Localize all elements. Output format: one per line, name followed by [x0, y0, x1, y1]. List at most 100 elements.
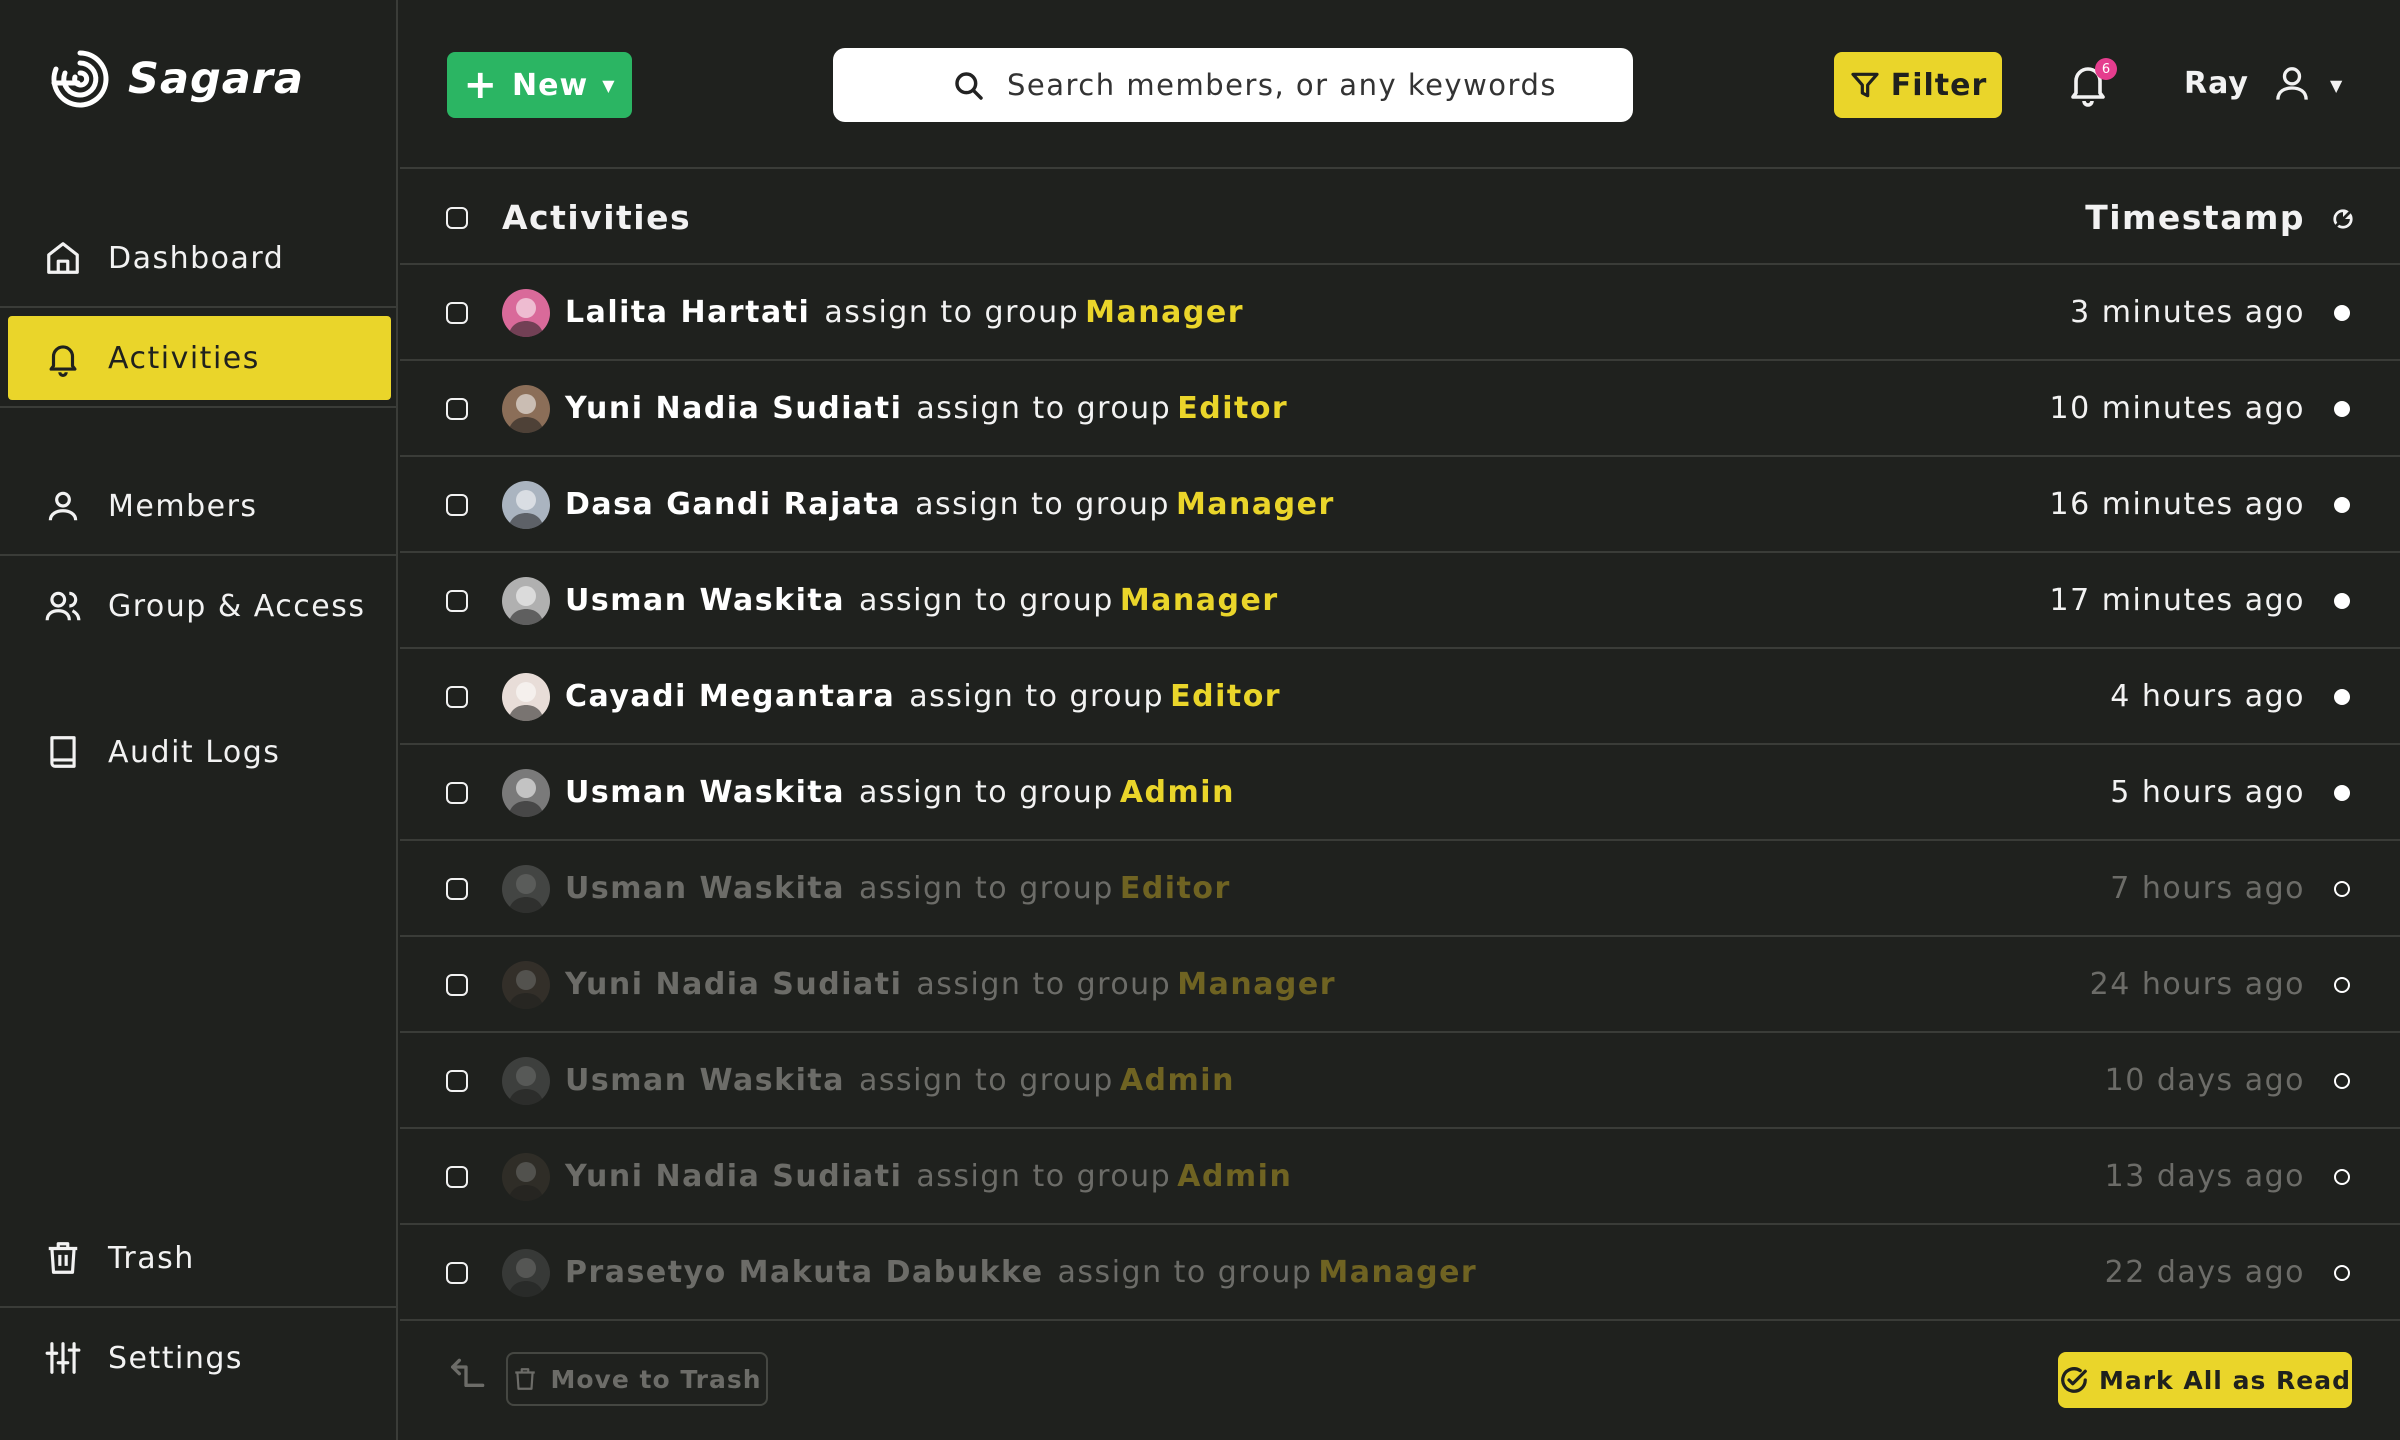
table-row[interactable]: Usman Waskita assign to group Admin 5 hours…: [400, 745, 2400, 841]
unread-status-icon[interactable]: [2334, 689, 2350, 705]
avatar: [502, 1057, 550, 1105]
search-bar[interactable]: [833, 48, 1633, 122]
new-button[interactable]: + New ▼: [447, 52, 632, 118]
table-row[interactable]: Usman Waskita assign to group Editor 7 hour…: [400, 841, 2400, 937]
activity-action: assign to group: [858, 871, 1114, 906]
user-avatar-icon[interactable]: [2272, 62, 2312, 104]
group-name[interactable]: Editor: [1170, 679, 1281, 714]
user-icon: [48, 491, 78, 521]
brand-logo[interactable]: Sagara: [48, 48, 304, 110]
sidebar-item-settings[interactable]: Settings: [0, 1314, 398, 1402]
activity-timestamp: 13 days ago: [2104, 1159, 2305, 1194]
group-name[interactable]: Admin: [1120, 1063, 1235, 1098]
group-name[interactable]: Editor: [1177, 391, 1288, 426]
user-name[interactable]: Ray: [2184, 66, 2249, 101]
activity-timestamp: 17 minutes ago: [2049, 583, 2305, 618]
read-status-icon[interactable]: [2334, 1073, 2350, 1089]
unread-status-icon[interactable]: [2334, 785, 2350, 801]
avatar: [502, 385, 550, 433]
member-name[interactable]: Dasa Gandi Rajata: [565, 487, 901, 522]
member-name[interactable]: Usman Waskita: [565, 775, 845, 810]
activity-action: assign to group: [916, 967, 1172, 1002]
avatar: [502, 865, 550, 913]
table-row[interactable]: Dasa Gandi Rajata assign to group Manager 1…: [400, 457, 2400, 553]
select-all-checkbox[interactable]: [446, 207, 468, 229]
table-row[interactable]: Prasetyo Makuta Dabukke assign to group Ma…: [400, 1225, 2400, 1321]
nav-divider: [0, 306, 398, 308]
group-name[interactable]: Manager: [1176, 487, 1335, 522]
read-status-icon[interactable]: [2334, 881, 2350, 897]
sidebar-item-trash[interactable]: Trash: [0, 1214, 398, 1302]
member-name[interactable]: Prasetyo Makuta Dabukke: [565, 1255, 1044, 1290]
move-to-trash-button[interactable]: Move to Trash: [506, 1352, 768, 1406]
activity-text: Usman Waskita assign to group Admin: [565, 1063, 1235, 1098]
back-arrow-icon[interactable]: [446, 1352, 486, 1392]
activity-action: assign to group: [916, 1159, 1172, 1194]
person-photo-icon: [508, 586, 544, 625]
row-checkbox[interactable]: [446, 1070, 468, 1092]
read-status-icon[interactable]: [2334, 1169, 2350, 1185]
sidebar-item-label: Activities: [108, 340, 260, 376]
row-checkbox[interactable]: [446, 590, 468, 612]
home-icon: [47, 242, 79, 274]
member-name[interactable]: Cayadi Megantara: [565, 679, 895, 714]
table-row[interactable]: Lalita Hartati assign to group Manager 3 mi…: [400, 265, 2400, 361]
sidebar-item-audit-logs[interactable]: Audit Logs: [0, 708, 398, 796]
read-status-icon[interactable]: [2334, 977, 2350, 993]
row-checkbox[interactable]: [446, 686, 468, 708]
row-checkbox[interactable]: [446, 302, 468, 324]
row-checkbox[interactable]: [446, 494, 468, 516]
group-name[interactable]: Manager: [1120, 583, 1279, 618]
group-name[interactable]: Admin: [1120, 775, 1235, 810]
mark-all-read-button[interactable]: Mark All as Read: [2058, 1352, 2352, 1408]
table-row[interactable]: Yuni Nadia Sudiati assign to group Admin 13…: [400, 1129, 2400, 1225]
avatar: [502, 769, 550, 817]
user-menu-caret-icon[interactable]: ▼: [2330, 76, 2342, 95]
row-checkbox[interactable]: [446, 1166, 468, 1188]
mark-read-toggle-icon[interactable]: [2332, 208, 2354, 230]
table-row[interactable]: Usman Waskita assign to group Admin 10 days…: [400, 1033, 2400, 1129]
search-icon: [955, 72, 983, 100]
group-name[interactable]: Admin: [1177, 1159, 1292, 1194]
member-name[interactable]: Usman Waskita: [565, 871, 845, 906]
person-photo-icon: [508, 682, 544, 721]
member-name[interactable]: Yuni Nadia Sudiati: [565, 391, 902, 426]
activity-text: Usman Waskita assign to group Editor: [565, 871, 1231, 906]
group-name[interactable]: Manager: [1318, 1255, 1477, 1290]
sidebar-item-members[interactable]: Members: [0, 462, 398, 550]
column-header-timestamp[interactable]: Timestamp: [2085, 198, 2305, 237]
group-name[interactable]: Manager: [1085, 295, 1244, 330]
read-status-icon[interactable]: [2334, 1265, 2350, 1281]
member-name[interactable]: Usman Waskita: [565, 1063, 845, 1098]
table-row[interactable]: Cayadi Megantara assign to group Editor 4 h…: [400, 649, 2400, 745]
activity-text: Usman Waskita assign to group Admin: [565, 775, 1235, 810]
group-name[interactable]: Editor: [1120, 871, 1231, 906]
sidebar-item-label: Settings: [108, 1340, 244, 1376]
unread-status-icon[interactable]: [2334, 305, 2350, 321]
unread-status-icon[interactable]: [2334, 593, 2350, 609]
group-name[interactable]: Manager: [1177, 967, 1336, 1002]
row-checkbox[interactable]: [446, 782, 468, 804]
sidebar-item-activities[interactable]: Activities: [8, 316, 391, 400]
member-name[interactable]: Yuni Nadia Sudiati: [565, 967, 902, 1002]
notifications-button[interactable]: 6: [2064, 58, 2117, 110]
activity-timestamp: 3 minutes ago: [2070, 295, 2305, 330]
member-name[interactable]: Lalita Hartati: [565, 295, 810, 330]
table-row[interactable]: Yuni Nadia Sudiati assign to group Manager…: [400, 937, 2400, 1033]
table-row[interactable]: Usman Waskita assign to group Manager 17 mi…: [400, 553, 2400, 649]
member-name[interactable]: Usman Waskita: [565, 583, 845, 618]
member-name[interactable]: Yuni Nadia Sudiati: [565, 1159, 902, 1194]
activity-action: assign to group: [1057, 1255, 1313, 1290]
row-checkbox[interactable]: [446, 398, 468, 420]
row-checkbox[interactable]: [446, 878, 468, 900]
row-checkbox[interactable]: [446, 1262, 468, 1284]
row-checkbox[interactable]: [446, 974, 468, 996]
sidebar-item-dashboard[interactable]: Dashboard: [0, 214, 398, 302]
filter-button[interactable]: Filter: [1834, 52, 2002, 118]
search-input[interactable]: [1007, 68, 1607, 102]
sidebar-item-group-access[interactable]: Group & Access: [0, 562, 398, 650]
person-photo-icon: [508, 970, 544, 1009]
table-row[interactable]: Yuni Nadia Sudiati assign to group Editor 1…: [400, 361, 2400, 457]
unread-status-icon[interactable]: [2334, 401, 2350, 417]
unread-status-icon[interactable]: [2334, 497, 2350, 513]
